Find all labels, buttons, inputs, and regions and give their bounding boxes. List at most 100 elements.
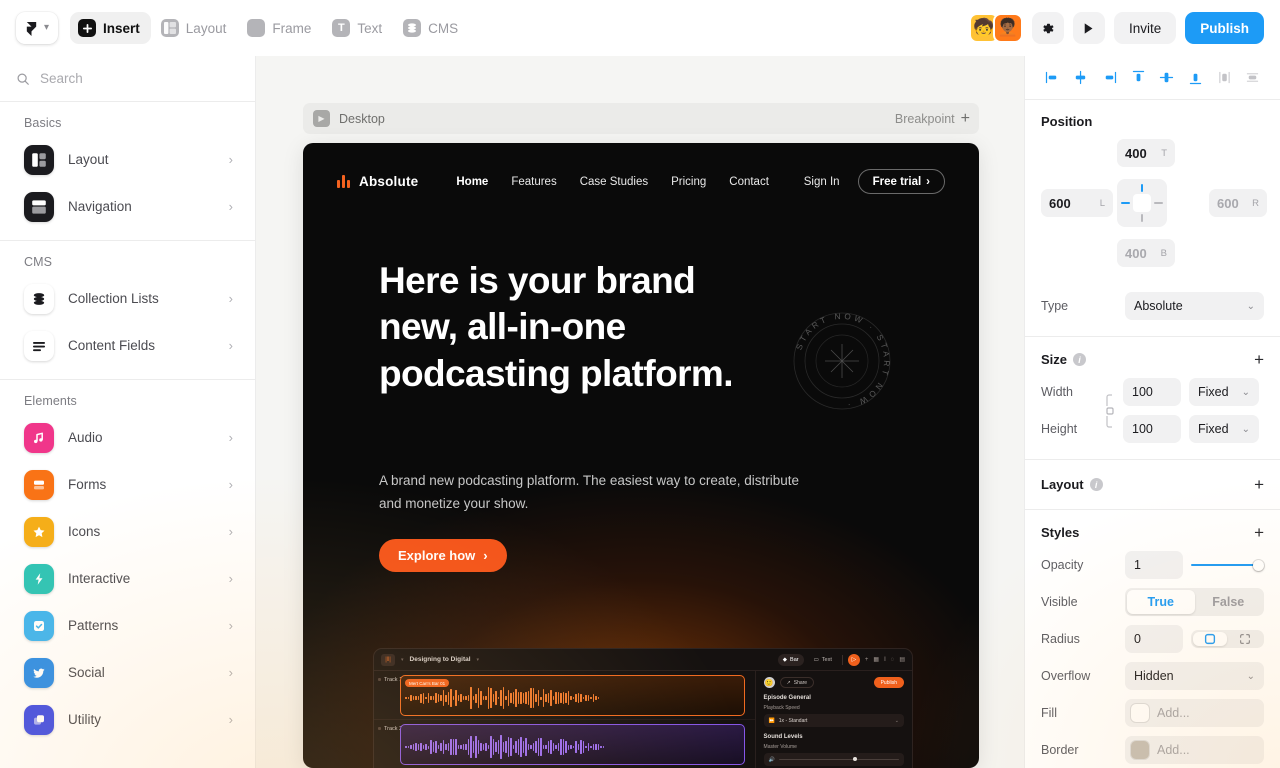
align-vertical-center-icon[interactable] — [1157, 68, 1177, 88]
anchor-right-indicator[interactable] — [1154, 202, 1163, 204]
height-unit-select[interactable]: Fixed ⌄ — [1189, 415, 1259, 443]
publish-button[interactable]: Publish — [1185, 12, 1264, 44]
audio-clip[interactable]: Mert Can's Bar 01 — [400, 675, 745, 716]
search-row[interactable] — [0, 56, 255, 102]
sidebar-item-content-fields[interactable]: Content Fields › — [0, 322, 255, 369]
sidebar-item-navigation[interactable]: Navigation › — [0, 183, 255, 230]
editor-user-avatar[interactable]: 🙂 — [763, 677, 775, 688]
nav-link-features[interactable]: Features — [511, 176, 556, 188]
editor-publish-button[interactable]: Publish — [873, 677, 904, 688]
free-trial-button[interactable]: Free trial › — [857, 169, 945, 194]
add-style-button[interactable]: + — [1254, 524, 1264, 541]
playback-speed-select[interactable]: ⏩ 1x - Standart ⌄ — [763, 714, 904, 727]
position-type-select[interactable]: Absolute ⌄ — [1125, 292, 1264, 320]
position-top-input[interactable]: 400 T — [1117, 139, 1175, 167]
editor-add-icon[interactable]: + — [865, 657, 869, 663]
sign-in-link[interactable]: Sign In — [804, 176, 840, 188]
site-brand[interactable]: Absolute — [337, 174, 418, 189]
tool-cms[interactable]: CMS — [395, 12, 469, 44]
info-icon[interactable]: i — [1073, 353, 1087, 366]
fill-color-swatch[interactable] — [1131, 704, 1149, 722]
width-unit-select[interactable]: Fixed ⌄ — [1189, 378, 1259, 406]
info-icon[interactable]: i — [1089, 478, 1103, 491]
sidebar-item-icons[interactable]: Icons › — [0, 508, 255, 555]
preview-button[interactable] — [1072, 12, 1105, 44]
sidebar-item-forms[interactable]: Forms › — [0, 461, 255, 508]
editor-zoom-icon[interactable]: ◌ — [891, 657, 895, 663]
nav-link-pricing[interactable]: Pricing — [671, 176, 706, 188]
distribute-vertical-icon[interactable] — [1243, 68, 1263, 88]
sidebar-item-social[interactable]: Social › — [0, 649, 255, 696]
border-add-button[interactable]: Add... — [1125, 736, 1264, 764]
sidebar-item-utility[interactable]: Utility › — [0, 696, 255, 743]
visible-false-option[interactable]: False — [1195, 590, 1263, 614]
master-volume-slider[interactable]: 🔊 — [763, 753, 904, 766]
collaborator-avatar-2[interactable]: 🧑🏾‍🦱 — [992, 13, 1023, 43]
waveform-icon: |‖| — [381, 653, 395, 666]
uniform-radius-icon[interactable] — [1193, 632, 1227, 646]
distribute-horizontal-icon[interactable] — [1214, 68, 1234, 88]
editor-share-button[interactable]: ↗ Share — [779, 677, 815, 688]
search-input[interactable] — [40, 71, 220, 86]
add-size-button[interactable]: + — [1254, 351, 1264, 368]
tool-text[interactable]: T Text — [324, 12, 393, 44]
anchor-bottom-indicator[interactable] — [1141, 214, 1143, 222]
align-top-icon[interactable] — [1128, 68, 1148, 88]
link-lock-icon[interactable] — [1103, 391, 1117, 431]
invite-button[interactable]: Invite — [1113, 12, 1177, 44]
radius-input[interactable]: 0 — [1125, 625, 1183, 653]
website-preview-frame[interactable]: Absolute Home Features Case Studies Pric… — [303, 143, 979, 768]
audio-clip[interactable] — [400, 724, 745, 765]
sidebar-item-audio[interactable]: Audio › — [0, 414, 255, 461]
tool-frame[interactable]: Frame — [239, 12, 322, 44]
nav-link-case-studies[interactable]: Case Studies — [580, 176, 648, 188]
app-menu-button[interactable]: ▾ — [16, 12, 59, 44]
position-left-input[interactable]: 600 L — [1041, 189, 1113, 217]
anchor-top-indicator[interactable] — [1141, 184, 1143, 192]
overflow-select[interactable]: Hidden ⌄ — [1125, 662, 1264, 690]
editor-cursor-tool[interactable]: ▷ — [847, 653, 860, 666]
sidebar-item-layout[interactable]: Layout › — [0, 136, 255, 183]
add-breakpoint-button[interactable]: + — [961, 110, 970, 127]
tool-insert[interactable]: Insert — [70, 12, 151, 44]
opacity-slider[interactable] — [1191, 551, 1264, 579]
visible-true-option[interactable]: True — [1127, 590, 1195, 614]
anchor-left-indicator[interactable] — [1121, 202, 1130, 204]
editor-track[interactable]: Track 2 — [374, 720, 755, 768]
visible-label: Visible — [1041, 595, 1078, 609]
align-right-icon[interactable] — [1099, 68, 1119, 88]
align-left-icon[interactable] — [1042, 68, 1062, 88]
position-bottom-input[interactable]: 400 B — [1117, 239, 1175, 267]
align-horizontal-center-icon[interactable] — [1071, 68, 1091, 88]
position-anchor-widget[interactable] — [1117, 179, 1167, 227]
radius-mode-toggle[interactable] — [1191, 630, 1264, 648]
individual-radius-icon[interactable] — [1229, 632, 1263, 646]
align-bottom-icon[interactable] — [1186, 68, 1206, 88]
opacity-input[interactable]: 1 — [1125, 551, 1183, 579]
border-color-swatch[interactable] — [1131, 741, 1149, 759]
nav-link-contact[interactable]: Contact — [729, 176, 769, 188]
breakpoint-bar[interactable]: ▶ Desktop Breakpoint + — [303, 103, 979, 134]
editor-tool-bar[interactable]: ◆ Bar — [777, 653, 804, 666]
tool-layout[interactable]: Layout — [153, 12, 238, 44]
slider-knob[interactable] — [853, 756, 858, 761]
sidebar-item-collection-lists[interactable]: Collection Lists › — [0, 275, 255, 322]
slider-knob[interactable] — [1253, 559, 1264, 571]
sidebar-item-patterns[interactable]: Patterns › — [0, 602, 255, 649]
position-right-input[interactable]: 600 R — [1209, 189, 1267, 217]
editor-tool-text[interactable]: ▭ Text — [809, 654, 837, 666]
fill-add-button[interactable]: Add... — [1125, 699, 1264, 727]
design-canvas[interactable]: ▶ Desktop Breakpoint + Absolute Home Fea… — [256, 56, 1024, 768]
nav-link-home[interactable]: Home — [456, 176, 488, 188]
add-layout-button[interactable]: + — [1254, 476, 1264, 493]
editor-layers-icon[interactable]: ▤ — [899, 656, 905, 663]
settings-button[interactable] — [1031, 12, 1064, 44]
editor-track[interactable]: Track 1 Mert Can's Bar 01 — [374, 671, 755, 720]
height-input[interactable]: 100 — [1123, 415, 1181, 443]
width-input[interactable]: 100 — [1123, 378, 1181, 406]
sidebar-item-interactive[interactable]: Interactive › — [0, 555, 255, 602]
visible-toggle[interactable]: True False — [1125, 588, 1264, 616]
editor-grid-icon[interactable]: ▦ — [873, 656, 879, 663]
explore-how-button[interactable]: Explore how › — [379, 539, 507, 572]
editor-cut-icon[interactable]: I — [884, 657, 886, 663]
